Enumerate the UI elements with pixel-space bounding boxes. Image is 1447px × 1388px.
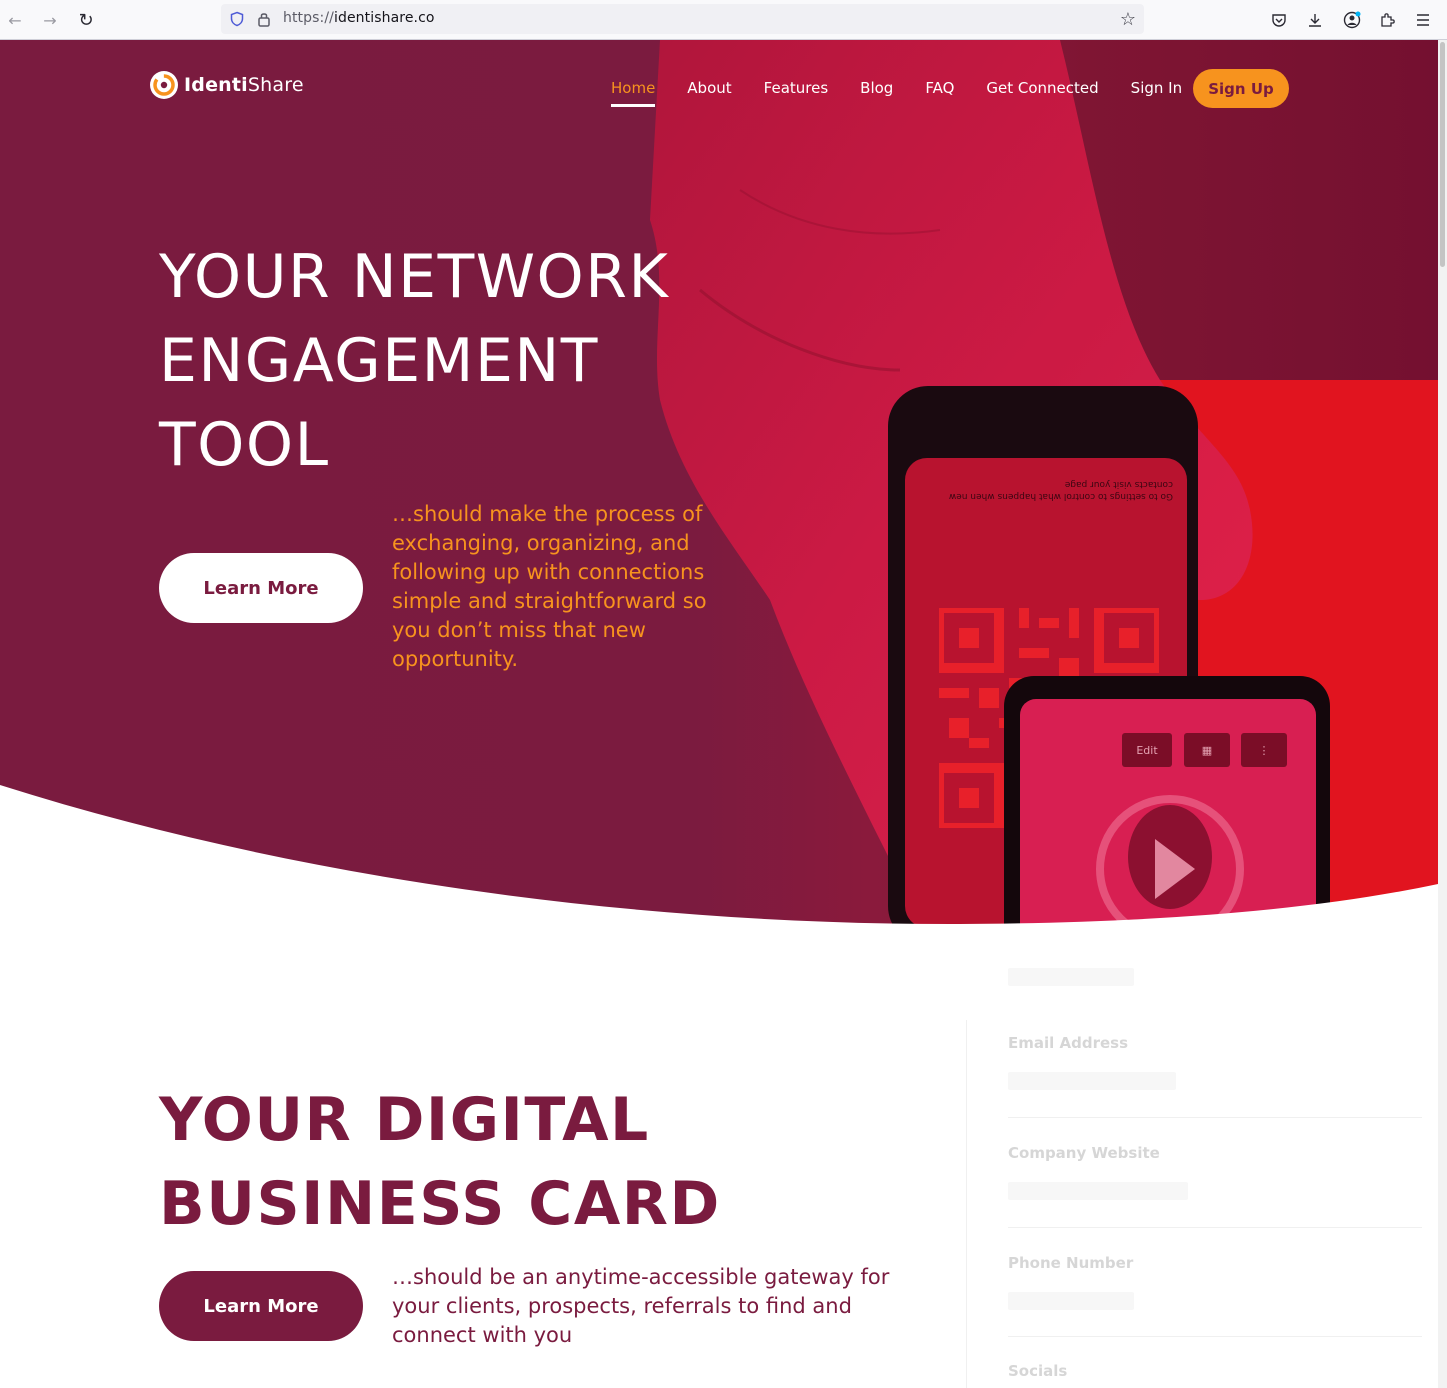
reload-icon[interactable]: ↻ [74, 8, 98, 32]
nav-features[interactable]: Features [764, 69, 829, 107]
address-bar[interactable]: https://identishare.co ☆ [221, 4, 1144, 34]
back-arrow-icon[interactable]: ← [3, 8, 27, 32]
section2-title: YOUR DIGITAL BUSINESS CARD [159, 1085, 721, 1239]
url-text: https://identishare.co [283, 10, 435, 26]
profile-form-mockup: Email Address Company Website Phone Numb… [966, 930, 1447, 1388]
forward-arrow-icon[interactable]: → [38, 8, 62, 32]
logo-mark-icon [150, 71, 178, 99]
page-scrollbar-thumb[interactable] [1440, 42, 1445, 267]
form-divider [1008, 1227, 1422, 1228]
hero-subtitle: …should make the process of exchanging, … [392, 502, 707, 671]
nav-get-connected[interactable]: Get Connected [986, 69, 1098, 107]
nav-about[interactable]: About [687, 69, 731, 107]
download-icon[interactable] [1303, 8, 1327, 32]
identishare-logo[interactable]: IdentiShare [150, 70, 304, 100]
form-field-website [1008, 1182, 1188, 1200]
form-label-website: Company Website [1008, 1144, 1160, 1162]
form-field-phone [1008, 1292, 1134, 1310]
form-field-email [1008, 1072, 1176, 1090]
nav-home[interactable]: Home [611, 69, 656, 107]
bookmark-star-icon[interactable]: ☆ [1120, 9, 1136, 30]
form-divider [1008, 1336, 1422, 1337]
section2-learn-more-button[interactable]: Learn More [159, 1271, 363, 1341]
section2-subtitle: …should be an anytime-accessible gateway… [392, 1265, 890, 1347]
form-field-placeholder [1008, 968, 1134, 986]
main-navigation: Home About Features Blog FAQ Get Connect… [611, 68, 1214, 108]
browser-toolbar: ← → ↻ https://identishare.co ☆ [0, 0, 1447, 40]
extensions-icon[interactable] [1375, 8, 1399, 32]
lock-icon[interactable] [257, 11, 271, 27]
hero-learn-more-button[interactable]: Learn More [159, 553, 363, 623]
hero-title: YOUR NETWORK ENGAGEMENT TOOL [159, 242, 670, 480]
shield-icon[interactable] [229, 11, 245, 27]
sign-up-button[interactable]: Sign Up [1193, 69, 1289, 108]
nav-blog[interactable]: Blog [860, 69, 893, 107]
hero-section: Go to settings to control what happens w… [0, 40, 1447, 930]
nav-faq[interactable]: FAQ [925, 69, 954, 107]
form-label-socials: Socials [1008, 1362, 1068, 1380]
form-vertical-divider [966, 1020, 967, 1388]
menu-icon[interactable] [1411, 8, 1435, 32]
account-icon[interactable] [1340, 8, 1364, 32]
form-label-phone: Phone Number [1008, 1254, 1134, 1272]
form-divider [1008, 1117, 1422, 1118]
pocket-icon[interactable] [1267, 8, 1291, 32]
form-label-email: Email Address [1008, 1034, 1129, 1052]
logo-text: IdentiShare [184, 74, 304, 96]
nav-sign-in[interactable]: Sign In [1131, 69, 1182, 107]
